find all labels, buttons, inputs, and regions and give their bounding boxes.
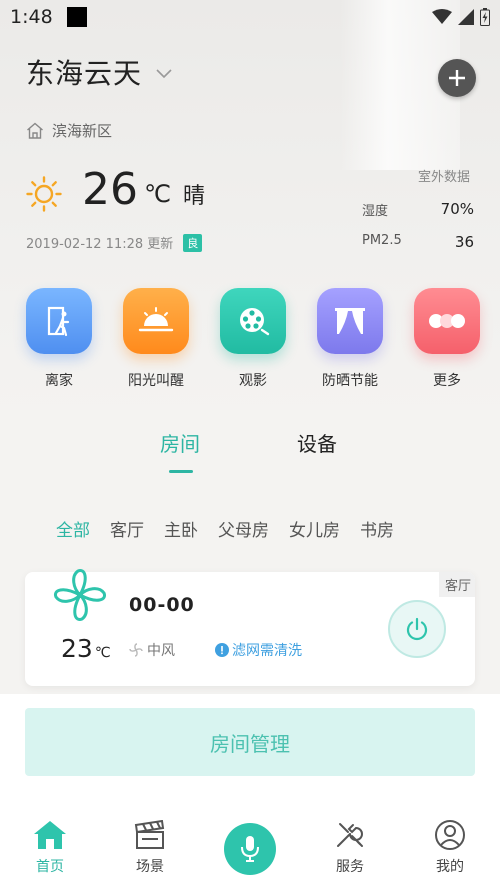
room-filter-living-room[interactable]: 客厅	[110, 516, 144, 541]
district-location: 滨海新区	[26, 120, 112, 141]
home-icon	[34, 821, 66, 849]
pm25-value: 36	[454, 233, 474, 251]
tools-icon	[337, 823, 363, 847]
scene-more[interactable]: 更多	[406, 288, 488, 390]
weather-update: 2019-02-12 11:28 更新 良	[26, 233, 203, 252]
house-icon	[27, 122, 43, 139]
chevron-down-icon	[156, 69, 172, 79]
voice-button[interactable]	[224, 823, 276, 875]
scene-shortcuts: 离家 阳光叫醒 观影 防晒节能 更多	[18, 288, 488, 390]
exit-icon	[26, 288, 92, 354]
scene-sunshade[interactable]: 防晒节能	[309, 288, 391, 390]
power-icon	[406, 617, 428, 641]
status-time: 1:48	[10, 6, 53, 28]
outdoor-temperature: 26	[82, 164, 138, 215]
active-tab-indicator	[169, 470, 193, 473]
nav-service-label: 服务	[336, 859, 364, 875]
wifi-icon	[432, 9, 452, 24]
nav-mine[interactable]: 我的	[420, 820, 480, 876]
pm25-row: PM2.5 36	[362, 233, 474, 251]
scene-label: 防晒节能	[322, 373, 378, 389]
weather-summary: 26 ℃ 晴	[26, 168, 205, 212]
sun-icon	[26, 176, 62, 212]
more-icon	[414, 288, 480, 354]
device-temperature: 23	[61, 634, 93, 663]
device-power-button[interactable]	[388, 600, 446, 658]
room-filter-master-bedroom[interactable]: 主卧	[164, 516, 198, 541]
device-room-tag: 客厅	[438, 572, 475, 597]
fan-icon	[54, 569, 106, 621]
device-alert-text: 滤网需清洗	[232, 643, 302, 659]
nav-scene-label: 场景	[136, 859, 164, 875]
info-icon	[215, 643, 229, 657]
wind-speed-icon	[129, 643, 143, 657]
add-button[interactable]	[438, 59, 476, 97]
device-mode-label: 中风	[147, 643, 175, 659]
scene-label: 阳光叫醒	[128, 373, 184, 389]
scene-label: 观影	[239, 373, 267, 389]
user-icon	[435, 820, 465, 850]
device-temperature-unit: ℃	[94, 645, 111, 661]
humidity-value: 70%	[440, 200, 474, 218]
room-filter-daughters-room[interactable]: 女儿房	[289, 516, 340, 541]
weather-condition: 晴	[182, 184, 205, 209]
plus-icon	[449, 70, 465, 86]
device-name: 00-00	[129, 594, 195, 616]
humidity-row: 湿度 70%	[362, 200, 474, 219]
main-tabs: 房间 设备	[0, 428, 500, 478]
film-reel-icon	[220, 288, 286, 354]
tab-rooms[interactable]: 房间	[160, 428, 200, 457]
notification-icon	[66, 7, 87, 27]
nav-scene[interactable]: 场景	[120, 820, 180, 876]
clapperboard-icon	[134, 820, 165, 849]
home-name: 东海云天	[26, 57, 143, 90]
device-card[interactable]: 客厅 00-00 23 ℃ 中风 滤网需清洗	[25, 569, 475, 686]
pm25-label: PM2.5	[362, 233, 402, 248]
home-selector[interactable]: 东海云天	[26, 52, 172, 92]
device-fan-mode: 中风	[129, 640, 175, 660]
nav-home-label: 首页	[36, 859, 64, 875]
nav-home[interactable]: 首页	[20, 820, 80, 876]
scene-sunrise-wake[interactable]: 阳光叫醒	[115, 288, 197, 390]
aqi-badge: 良	[183, 233, 203, 252]
tab-devices[interactable]: 设备	[297, 428, 337, 457]
status-bar: 1:48	[0, 0, 500, 34]
device-alert: 滤网需清洗	[215, 640, 302, 660]
outdoor-data-title: 室外数据	[418, 170, 471, 185]
room-filter-bar: 全部 客厅 主卧 父母房 女儿房 书房	[56, 516, 394, 541]
scene-label: 离家	[45, 373, 73, 389]
temperature-unit: ℃	[144, 180, 171, 208]
battery-icon	[480, 8, 490, 26]
scene-leave-home[interactable]: 离家	[18, 288, 100, 390]
nav-mine-label: 我的	[436, 859, 464, 875]
microphone-icon	[241, 836, 259, 862]
curtain-icon	[317, 288, 383, 354]
room-filter-all[interactable]: 全部	[56, 516, 90, 541]
status-icons	[432, 8, 490, 26]
room-filter-parents-room[interactable]: 父母房	[218, 516, 269, 541]
nav-service[interactable]: 服务	[320, 820, 380, 876]
room-filter-study[interactable]: 书房	[360, 516, 394, 541]
device-temperature-block: 23 ℃	[61, 634, 111, 663]
scene-movie[interactable]: 观影	[212, 288, 294, 390]
update-time: 2019-02-12 11:28 更新	[26, 237, 174, 252]
signal-icon	[458, 9, 474, 25]
room-management-button[interactable]: 房间管理	[25, 708, 475, 776]
district-label: 滨海新区	[52, 122, 113, 140]
scene-label: 更多	[433, 373, 461, 389]
humidity-label: 湿度	[362, 204, 389, 219]
sunrise-icon	[123, 288, 189, 354]
